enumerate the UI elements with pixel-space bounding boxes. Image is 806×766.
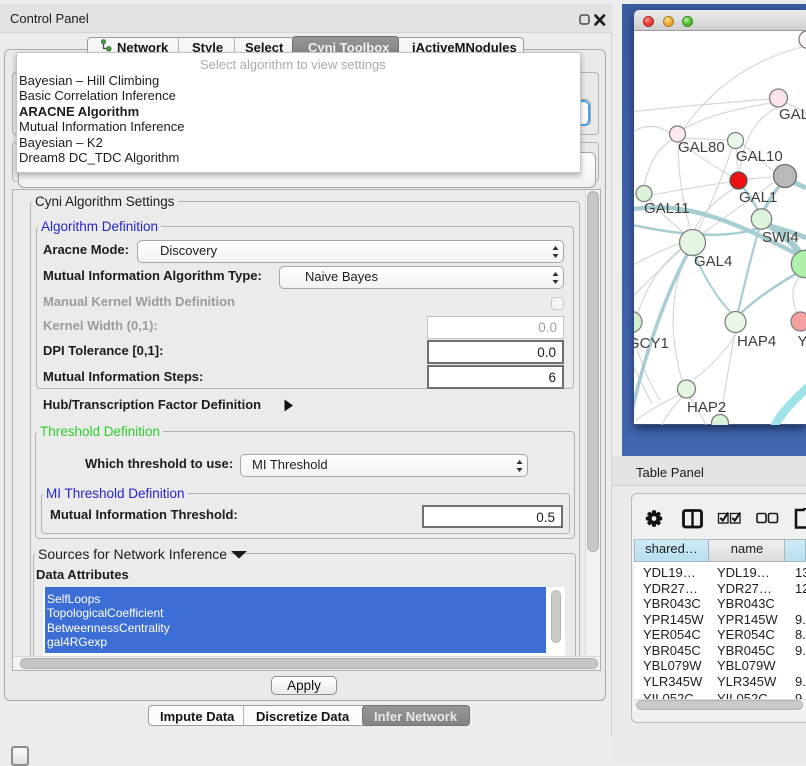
svg-text:HAP2: HAP2 <box>687 399 726 416</box>
svg-text:HAP4: HAP4 <box>737 333 776 350</box>
svg-text:GAL4: GAL4 <box>694 253 732 270</box>
svg-text:GCY1: GCY1 <box>634 335 669 352</box>
svg-text:GAL1: GAL1 <box>739 189 777 206</box>
svg-text:GAL2: GAL2 <box>779 106 806 123</box>
svg-text:GAL80: GAL80 <box>678 139 725 156</box>
svg-text:YEL: YEL <box>798 333 806 350</box>
svg-text:SWI4: SWI4 <box>762 229 799 246</box>
svg-text:GAL11: GAL11 <box>644 200 690 217</box>
svg-text:GAL10: GAL10 <box>736 148 783 165</box>
